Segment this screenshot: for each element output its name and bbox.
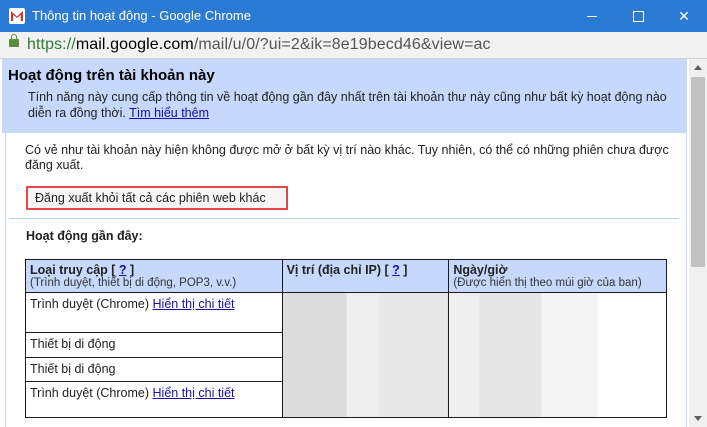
activity-body: Có vẻ như tài khoản này hiện không được … bbox=[5, 133, 687, 427]
access-type-cell: Trình duyệt (Chrome) Hiển thị chi tiết bbox=[25, 292, 283, 333]
recent-activity-heading: Hoạt động gần đây: bbox=[26, 229, 143, 243]
vertical-scrollbar[interactable] bbox=[689, 59, 707, 427]
column-header-datetime: Ngày/giờ (Được hiển thị theo múi giờ của … bbox=[448, 259, 667, 293]
access-type: Trình duyệt (Chrome) bbox=[30, 297, 150, 311]
access-type-cell: Trình duyệt (Chrome) Hiển thị chi tiết bbox=[25, 381, 283, 418]
url-scheme: https:// bbox=[27, 36, 76, 53]
table-row: Trình duyệt (Chrome) Hiển thị chi tiết bbox=[25, 292, 667, 418]
close-button[interactable]: ✕ bbox=[661, 0, 707, 32]
column-label: Vị trí (địa chỉ IP) [ bbox=[286, 263, 389, 277]
page-content: Hoạt động trên tài khoản này Tính năng n… bbox=[0, 59, 689, 427]
activity-table: Loại truy cập [ ? ] (Trình duyệt, thiết b… bbox=[25, 259, 667, 418]
divider bbox=[9, 218, 679, 219]
datetime-cell-redacted bbox=[448, 292, 667, 418]
column-label: Loại truy cập [ bbox=[30, 263, 116, 277]
info-header: Hoạt động trên tài khoản này Tính năng n… bbox=[2, 59, 687, 133]
column-label: Ngày/giờ bbox=[453, 263, 508, 277]
scrollbar-thumb[interactable] bbox=[691, 77, 705, 267]
access-type: Trình duyệt (Chrome) bbox=[30, 386, 150, 400]
column-subtitle: (Được hiển thị theo múi giờ của ban) bbox=[453, 277, 642, 289]
maximize-button[interactable] bbox=[615, 0, 661, 32]
column-label-close: ] bbox=[130, 263, 135, 277]
address-bar[interactable]: https://mail.google.com/mail/u/0/?ui=2&i… bbox=[0, 32, 707, 59]
show-details-link[interactable]: Hiển thị chi tiết bbox=[153, 297, 235, 311]
window-title: Thông tin hoạt động - Google Chrome bbox=[32, 8, 251, 23]
session-status-text: Có vẻ như tài khoản này hiện không được … bbox=[25, 143, 669, 172]
url-host: mail.google.com bbox=[75, 36, 194, 53]
column-header-access-type: Loại truy cập [ ? ] (Trình duyệt, thiết b… bbox=[25, 259, 283, 293]
url-text[interactable]: https://mail.google.com/mail/u/0/?ui=2&i… bbox=[27, 36, 491, 54]
column-header-location: Vị trí (địa chỉ IP) [ ? ] bbox=[281, 259, 450, 293]
location-help-link[interactable]: ? bbox=[392, 263, 400, 277]
gmail-icon bbox=[9, 8, 25, 24]
learn-more-link[interactable]: Tìm hiểu thêm bbox=[129, 106, 209, 120]
scroll-up-arrow-icon[interactable] bbox=[689, 59, 707, 76]
page-title: Hoạt động trên tài khoản này bbox=[8, 67, 215, 84]
table-header-row: Loại truy cập [ ? ] (Trình duyệt, thiết b… bbox=[25, 259, 667, 293]
page-description: Tính năng này cung cấp thông tin về hoạt… bbox=[28, 89, 678, 121]
access-type-help-link[interactable]: ? bbox=[119, 263, 127, 277]
sign-out-other-sessions-button[interactable]: Đăng xuất khỏi tất cả các phiên web khác bbox=[26, 186, 288, 210]
scroll-down-arrow-icon[interactable] bbox=[689, 410, 707, 427]
column-label-close: ] bbox=[403, 263, 408, 277]
minimize-button[interactable] bbox=[569, 0, 615, 32]
location-cell-redacted bbox=[281, 292, 450, 418]
access-type: Thiết bị di động bbox=[30, 362, 116, 376]
title-bar: Thông tin hoạt động - Google Chrome ✕ bbox=[0, 0, 707, 32]
url-path: /mail/u/0/?ui=2&ik=8e19becd46&view=ac bbox=[193, 36, 491, 53]
access-type-cell: Thiết bị di động bbox=[25, 332, 283, 358]
show-details-link[interactable]: Hiển thị chi tiết bbox=[153, 386, 235, 400]
lock-icon bbox=[9, 34, 19, 47]
access-type-cell: Thiết bị di động bbox=[25, 357, 283, 382]
description-text: Tính năng này cung cấp thông tin về hoạt… bbox=[28, 90, 667, 120]
column-subtitle: (Trình duyệt, thiết bị di động, POP3, v.… bbox=[30, 277, 237, 289]
access-type: Thiết bị di động bbox=[30, 337, 116, 351]
